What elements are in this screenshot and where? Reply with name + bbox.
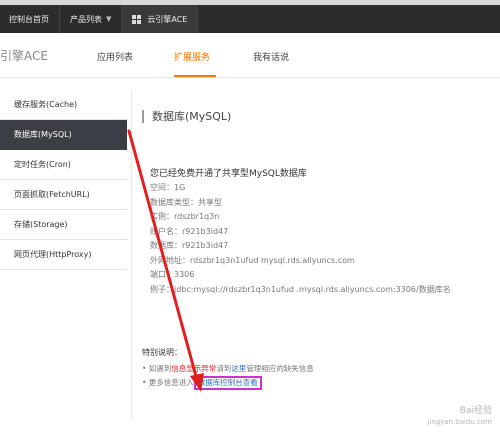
product-list-menu[interactable]: 产品列表 ▼ <box>60 5 123 33</box>
grid-icon <box>132 14 142 24</box>
note1-mid: 请到 <box>216 364 232 373</box>
db-info-list: 空间：1G 数据库类型：共享型 实例：rdszbr1q3n 账户名：r921b3… <box>150 181 451 297</box>
info-port: 端口：3306 <box>150 270 195 279</box>
brand-title: 引擎ACE <box>0 49 48 63</box>
info-instance: 实例：rdszbr1q3n <box>150 212 220 221</box>
watermark-title: Bai经验 <box>459 406 492 416</box>
note1-suffix: 管理相应的缺失信息 <box>246 364 314 373</box>
sidebar: 缓存服务(Cache) 数据库(MySQL) 定时任务(Cron) 页面抓取(F… <box>0 90 127 270</box>
product-list-label: 产品列表 <box>70 14 102 24</box>
sidebar-divider <box>131 90 132 420</box>
info-database: 数据库：r921b3id47 <box>150 241 229 250</box>
sidebar-item-cron[interactable]: 定时任务(Cron) <box>0 150 127 180</box>
sidebar-item-storage[interactable]: 存储(Storage) <box>0 210 127 240</box>
top-nav-bar: 控制台首页 产品列表 ▼ 云引擎ACE <box>0 5 500 33</box>
info-account: 账户名：r921b3id47 <box>150 226 229 236</box>
title-bar-marker <box>142 109 144 123</box>
sidebar-item-httpproxy[interactable]: 网页代理(HttpProxy) <box>0 240 127 270</box>
info-heading: 您已经免费开通了共享型MySQL数据库 <box>150 169 307 179</box>
note2-prefix: • 更多信息进入 <box>142 378 194 387</box>
info-space: 空间：1G <box>150 183 186 192</box>
tab-app-list[interactable]: 应用列表 <box>97 50 133 63</box>
sub-header: 引擎ACE 应用列表 扩展服务 我有话说 <box>0 33 500 78</box>
note1-prefix: • 如遇到 <box>142 364 172 373</box>
info-db-type: 数据库类型：共享型 <box>150 197 222 207</box>
here-link[interactable]: 这里 <box>231 364 246 373</box>
info-host: 外网地址：rdszbr1q3n1ufud mysql.rds.aliyuncs.… <box>150 255 355 265</box>
tab-feedback[interactable]: 我有话说 <box>253 50 289 63</box>
info-example: 例子：jdbc:mysql://rdszbr1q3n1ufud .mysql.r… <box>150 284 451 294</box>
db-console-link[interactable]: 数据库控制台查看 <box>193 376 262 390</box>
note1-warning: 信息显示异常 <box>171 364 217 373</box>
watermark-url: jingyan.baidu.com <box>427 418 492 426</box>
tab-extension-services[interactable]: 扩展服务 <box>174 50 210 63</box>
console-home-link[interactable]: 控制台首页 <box>0 5 60 33</box>
ace-app-link[interactable]: 云引擎ACE <box>122 5 199 33</box>
sidebar-item-cache[interactable]: 缓存服务(Cache) <box>0 90 127 120</box>
note-line-2: • 更多信息进入 数据库控制台查看 <box>142 376 314 390</box>
chevron-down-icon: ▼ <box>106 15 112 23</box>
sidebar-item-mysql[interactable]: 数据库(MySQL) <box>0 120 127 150</box>
active-tab-indicator <box>174 75 216 77</box>
ace-app-label: 云引擎ACE <box>147 14 188 24</box>
notes-title: 特别说明： <box>142 348 182 357</box>
notes-section: 特别说明： • 如遇到信息显示异常请到这里管理相应的缺失信息 • 更多信息进入数… <box>142 347 314 390</box>
console-home-label: 控制台首页 <box>9 14 49 24</box>
watermark: Bai经验 jingyan.baidu.com <box>427 406 492 428</box>
page-title: 数据库(MySQL) <box>142 108 231 124</box>
sidebar-item-fetchurl[interactable]: 页面抓取(FetchURL) <box>0 180 127 210</box>
note-line-1: • 如遇到信息显示异常请到这里管理相应的缺失信息 <box>142 362 314 376</box>
main-content: 数据库(MySQL) 您已经免费开通了共享型MySQL数据库 空间：1G 数据库… <box>142 100 497 420</box>
page-title-text: 数据库(MySQL) <box>152 110 232 123</box>
